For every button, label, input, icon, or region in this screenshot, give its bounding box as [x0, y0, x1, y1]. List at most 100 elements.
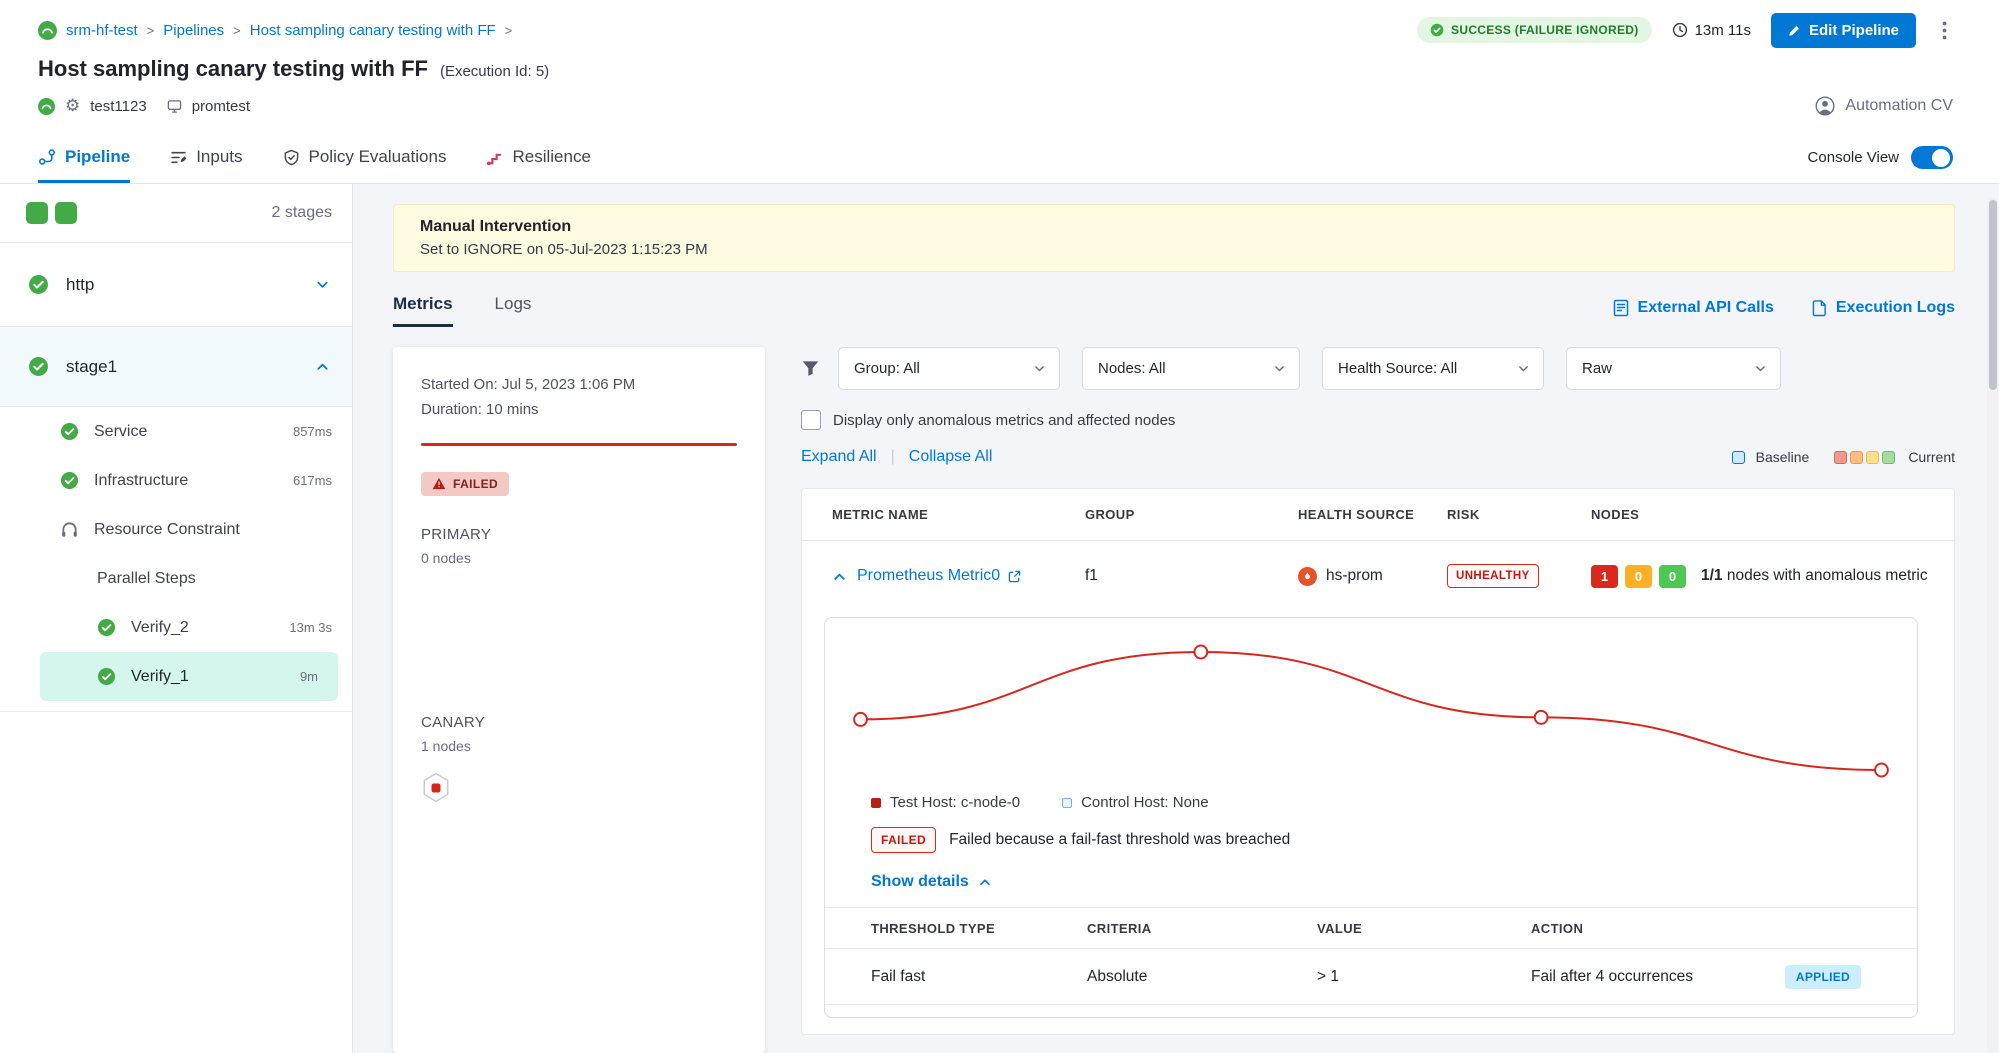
external-api-calls-link[interactable]: External API Calls — [1613, 299, 1774, 317]
primary-group: PRIMARY 0 nodes — [421, 526, 737, 566]
console-view-toggle[interactable] — [1911, 146, 1953, 169]
unhealthy-node-count[interactable]: 1 — [1591, 565, 1618, 588]
stage1-steps: Service 857ms Infrastructure 617ms Resou… — [0, 407, 352, 712]
sidebar-step-parallel-steps[interactable]: Parallel Steps — [0, 554, 352, 603]
sidebar-stage-http[interactable]: http — [0, 243, 352, 327]
gear-icon: ⚙ — [65, 96, 80, 116]
metric-name-link[interactable]: Prometheus Metric0 — [857, 567, 1021, 585]
shield-check-icon — [283, 149, 300, 166]
tab-metrics[interactable]: Metrics — [393, 294, 453, 327]
api-document-icon — [1613, 299, 1629, 317]
show-details-link[interactable]: Show details — [825, 873, 1917, 891]
anomalous-checkbox[interactable] — [801, 410, 821, 430]
service-status-icon — [38, 98, 55, 115]
pencil-icon — [1788, 24, 1801, 37]
breadcrumb-project[interactable]: srm-hf-test — [66, 22, 138, 39]
stage-status-square — [26, 202, 48, 224]
chart-legend: Baseline Current — [1732, 449, 1955, 465]
duration: Duration: 10 mins — [421, 398, 737, 423]
metric-detail-box: Test Host: c-node-0 Control Host: None F… — [824, 617, 1918, 1018]
environment-name: promtest — [192, 98, 250, 115]
filter-icon[interactable] — [801, 359, 820, 378]
nav-tabbar: Pipeline Inputs Policy Evaluations Resil… — [0, 132, 1999, 184]
group-filter-select[interactable]: Group: All — [838, 347, 1060, 390]
sidebar-step-verify-1[interactable]: Verify_1 9m — [40, 652, 338, 701]
content-area: 2 stages http stage1 — [0, 184, 1999, 1053]
metric-row: Prometheus Metric0 f1 — [802, 541, 1954, 611]
stage-status-square — [55, 202, 77, 224]
tab-policy-evaluations[interactable]: Policy Evaluations — [283, 132, 447, 183]
collapse-all-link[interactable]: Collapse All — [909, 448, 993, 466]
canary-node-hexagon[interactable] — [421, 772, 737, 804]
step-details-panel: Manual Intervention Set to IGNORE on 05-… — [353, 184, 1999, 1053]
environment-icon — [167, 99, 182, 114]
app-window: srm-hf-test > Pipelines > Host sampling … — [0, 0, 1999, 1053]
expand-collapse-links: Expand All | Collapse All — [801, 448, 992, 466]
expand-all-link[interactable]: Expand All — [801, 448, 877, 466]
data-view-select[interactable]: Raw — [1566, 347, 1781, 390]
metrics-table-header: METRIC NAME GROUP HEALTH SOURCE RISK NOD… — [802, 489, 1954, 541]
manual-intervention-banner: Manual Intervention Set to IGNORE on 05-… — [393, 204, 1955, 272]
chevron-up-icon[interactable] — [315, 359, 330, 374]
tab-logs[interactable]: Logs — [495, 294, 532, 327]
analysis-row: Started On: Jul 5, 2023 1:06 PM Duration… — [393, 347, 1955, 1053]
canary-chart — [837, 636, 1905, 786]
collapse-row-chevron-up-icon[interactable] — [832, 569, 847, 584]
scrollbar-thumb[interactable] — [1989, 200, 1997, 390]
breadcrumb-pipeline-name[interactable]: Host sampling canary testing with FF — [250, 22, 496, 39]
meta-row: ⚙ test1123 promtest Automation CV — [38, 96, 1953, 132]
health-source-filter-select[interactable]: Health Source: All — [1322, 347, 1544, 390]
tab-resilience[interactable]: Resilience — [486, 132, 590, 183]
control-host-swatch — [1062, 798, 1072, 808]
user-name: Automation CV — [1845, 97, 1953, 115]
anomalous-checkbox-label: Display only anomalous metrics and affec… — [833, 412, 1175, 429]
more-options-icon[interactable] — [1936, 19, 1953, 42]
sidebar-step-infrastructure[interactable]: Infrastructure 617ms — [0, 456, 352, 505]
success-check-icon — [28, 274, 49, 295]
tab-pipeline[interactable]: Pipeline — [38, 132, 130, 183]
sidebar-step-service[interactable]: Service 857ms — [0, 407, 352, 456]
check-circle-icon — [1430, 23, 1444, 37]
chevron-down-icon — [1033, 362, 1046, 375]
resilience-icon — [486, 149, 503, 166]
toggle-knob — [1932, 149, 1950, 167]
elapsed-time: 13m 11s — [1672, 22, 1751, 39]
chevron-down-icon[interactable] — [315, 277, 330, 292]
metrics-logs-tabs-row: Metrics Logs External API Calls E — [393, 294, 1955, 327]
col-threshold-type: THRESHOLD TYPE — [871, 921, 1087, 936]
current-legend-label: Current — [1908, 449, 1955, 465]
sidebar-step-verify-2[interactable]: Verify_2 13m 3s — [0, 603, 352, 652]
threshold-type-cell: Fail fast — [871, 968, 1087, 986]
warning-node-count[interactable]: 0 — [1625, 565, 1652, 588]
page-title: Host sampling canary testing with FF — [38, 56, 428, 82]
metric-group-cell: f1 — [1085, 567, 1298, 585]
sidebar-step-resource-constraint[interactable]: Resource Constraint — [0, 505, 352, 554]
sidebar-stage-stage1[interactable]: stage1 — [0, 327, 352, 407]
test-host-swatch — [871, 798, 881, 808]
col-action: ACTION — [1531, 921, 1917, 936]
anomalous-nodes-summary: 1/1 nodes with anomalous metric — [1701, 567, 1928, 585]
execution-logs-link[interactable]: Execution Logs — [1812, 299, 1955, 317]
nodes-filter-select[interactable]: Nodes: All — [1082, 347, 1300, 390]
chevron-down-icon — [1754, 362, 1767, 375]
header-actions: SUCCESS (FAILURE IGNORED) 13m 11s Edit P… — [1417, 13, 1953, 48]
threshold-table-header: THRESHOLD TYPE CRITERIA VALUE ACTION — [825, 907, 1917, 949]
page-header: srm-hf-test > Pipelines > Host sampling … — [0, 0, 1999, 132]
execution-progress-bar — [421, 443, 737, 446]
anomalous-filter-row: Display only anomalous metrics and affec… — [801, 410, 1955, 430]
vertical-scrollbar[interactable] — [1987, 198, 1998, 1053]
healthy-node-count[interactable]: 0 — [1659, 565, 1686, 588]
service-environment: ⚙ test1123 promtest — [38, 96, 250, 116]
triggered-by: Automation CV — [1815, 96, 1953, 116]
title-row: Host sampling canary testing with FF (Ex… — [38, 56, 1953, 82]
test-host-legend: Test Host: c-node-0 — [871, 794, 1020, 811]
logs-document-icon — [1812, 299, 1827, 317]
col-value: VALUE — [1317, 921, 1531, 936]
tab-inputs[interactable]: Inputs — [170, 132, 242, 183]
risk-cell: UNHEALTHY — [1447, 564, 1591, 588]
stage-count-label: 2 stages — [272, 204, 332, 222]
criteria-cell: Absolute — [1087, 968, 1317, 986]
breadcrumb-pipelines[interactable]: Pipelines — [163, 22, 224, 39]
chart-container — [825, 636, 1917, 786]
edit-pipeline-button[interactable]: Edit Pipeline — [1771, 13, 1916, 48]
